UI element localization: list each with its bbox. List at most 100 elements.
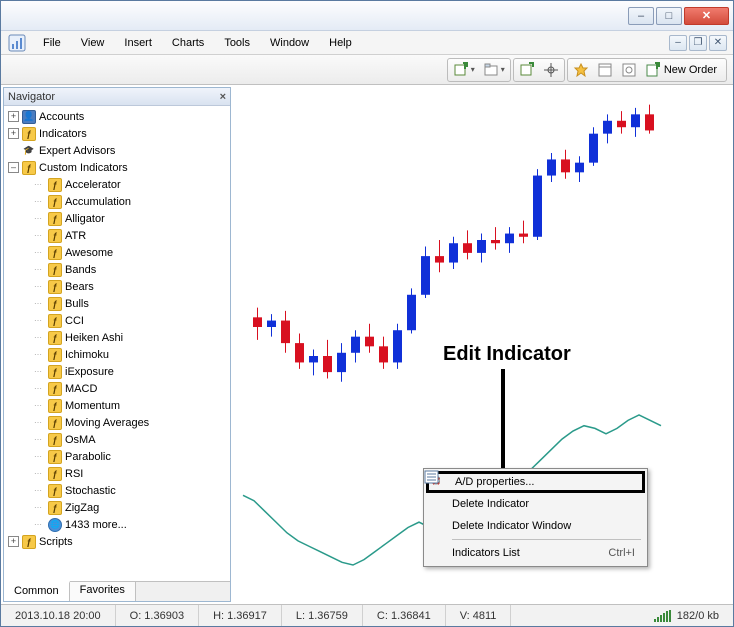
- globe-icon: 🌐: [48, 518, 62, 532]
- app-window: – □ ✕ File View Insert Charts Tools Wind…: [0, 0, 734, 627]
- tree-indicator-item[interactable]: ⋯ƒIchimoku: [6, 346, 230, 363]
- tree-label: Ichimoku: [65, 349, 109, 361]
- new-order-button[interactable]: New Order: [643, 60, 723, 80]
- navigator-tree[interactable]: +👤Accounts +ƒIndicators 🎓Expert Advisors…: [4, 106, 230, 581]
- menu-window[interactable]: Window: [260, 34, 319, 52]
- tree-indicator-item[interactable]: ⋯ƒParabolic: [6, 448, 230, 465]
- child-restore-button[interactable]: ❐: [689, 35, 707, 51]
- menu-properties[interactable]: A/D properties...: [426, 471, 645, 493]
- navigator-tabs: Common Favorites: [4, 581, 230, 601]
- window-minimize-button[interactable]: –: [628, 7, 654, 25]
- tree-label: 1433 more...: [65, 519, 127, 531]
- fx-icon: ƒ: [48, 501, 62, 515]
- tree-indicator-item[interactable]: ⋯ƒZigZag: [6, 499, 230, 516]
- menu-charts[interactable]: Charts: [162, 34, 214, 52]
- expand-icon[interactable]: +: [8, 536, 19, 547]
- menu-help[interactable]: Help: [319, 34, 362, 52]
- tree-label: Indicators: [39, 128, 87, 140]
- tree-expert-advisors[interactable]: 🎓Expert Advisors: [6, 142, 230, 159]
- tree-indicator-item[interactable]: ⋯ƒAwesome: [6, 244, 230, 261]
- status-low: L: 1.36759: [282, 605, 363, 626]
- tree-indicator-item[interactable]: ⋯ƒAccumulation: [6, 193, 230, 210]
- tree-indicators[interactable]: +ƒIndicators: [6, 125, 230, 142]
- delete-window-icon: [428, 517, 446, 535]
- tree-label: RSI: [65, 468, 83, 480]
- tree-indicator-item[interactable]: ⋯ƒOsMA: [6, 431, 230, 448]
- fx-icon: ƒ: [48, 416, 62, 430]
- menu-delete-window[interactable]: Delete Indicator Window: [426, 515, 645, 537]
- fx-icon: ƒ: [48, 382, 62, 396]
- tab-common[interactable]: Common: [4, 581, 70, 601]
- tree-label: Parabolic: [65, 451, 111, 463]
- star-button[interactable]: [571, 60, 591, 80]
- menu-delete-indicator[interactable]: Delete Indicator: [426, 493, 645, 515]
- child-close-button[interactable]: ✕: [709, 35, 727, 51]
- expand-icon[interactable]: +: [8, 111, 19, 122]
- window-maximize-button[interactable]: □: [656, 7, 682, 25]
- menu-label: Indicators List: [452, 547, 520, 559]
- profiles-button[interactable]: [481, 60, 507, 80]
- status-connection: 182/0 kb: [640, 605, 733, 626]
- collapse-icon[interactable]: –: [8, 162, 19, 173]
- menu-tools[interactable]: Tools: [214, 34, 260, 52]
- status-volume: V: 4811: [446, 605, 512, 626]
- tab-favorites[interactable]: Favorites: [70, 582, 136, 601]
- tree-accounts[interactable]: +👤Accounts: [6, 108, 230, 125]
- menu-file[interactable]: File: [33, 34, 71, 52]
- menu-separator: [452, 539, 641, 540]
- fx-icon: ƒ: [48, 195, 62, 209]
- menu-insert[interactable]: Insert: [114, 34, 162, 52]
- expand-spacer: [8, 145, 19, 156]
- fx-icon: ƒ: [48, 212, 62, 226]
- delete-indicator-icon: [428, 495, 446, 513]
- new-order-label: New Order: [664, 64, 717, 76]
- tree-indicator-item[interactable]: ⋯ƒCCI: [6, 312, 230, 329]
- main-area: Navigator × +👤Accounts +ƒIndicators 🎓Exp…: [1, 85, 733, 604]
- fx-icon: ƒ: [48, 365, 62, 379]
- toolbar-group-1: [447, 58, 511, 82]
- fx-icon: ƒ: [48, 280, 62, 294]
- data-window-button[interactable]: [595, 60, 615, 80]
- tree-label: Accounts: [39, 111, 84, 123]
- menu-indicators-list[interactable]: Indicators List Ctrl+I: [426, 542, 645, 564]
- tree-label: Moving Averages: [65, 417, 149, 429]
- tree-indicator-item[interactable]: ⋯ƒiExposure: [6, 363, 230, 380]
- chart-area[interactable]: Edit Indicator A/D properties... Delete …: [233, 85, 733, 604]
- window-close-button[interactable]: ✕: [684, 7, 729, 25]
- tree-label: ZigZag: [65, 502, 99, 514]
- tree-indicator-item[interactable]: ⋯ƒMomentum: [6, 397, 230, 414]
- tree-indicator-item[interactable]: ⋯ƒAlligator: [6, 210, 230, 227]
- tree-label: ATR: [65, 230, 86, 242]
- tree-indicator-item[interactable]: ⋯ƒBulls: [6, 295, 230, 312]
- strategy-tester-button[interactable]: [619, 60, 639, 80]
- child-minimize-button[interactable]: –: [669, 35, 687, 51]
- tree-label: Momentum: [65, 400, 120, 412]
- child-window-controls: – ❐ ✕: [669, 35, 731, 51]
- tree-label: Accumulation: [65, 196, 131, 208]
- tree-label: iExposure: [65, 366, 114, 378]
- tree-label: Bulls: [65, 298, 89, 310]
- market-watch-button[interactable]: [517, 60, 537, 80]
- tree-indicator-item[interactable]: ⋯ƒBands: [6, 261, 230, 278]
- navigator-header: Navigator ×: [4, 88, 230, 106]
- tree-indicator-item[interactable]: ⋯ƒAccelerator: [6, 176, 230, 193]
- tree-indicator-item[interactable]: ⋯ƒMACD: [6, 380, 230, 397]
- navigator-close-button[interactable]: ×: [220, 91, 226, 103]
- tree-indicator-item[interactable]: ⋯ƒStochastic: [6, 482, 230, 499]
- tree-indicator-item[interactable]: ⋯ƒMoving Averages: [6, 414, 230, 431]
- tree-scripts[interactable]: +ƒScripts: [6, 533, 230, 550]
- tree-label: Alligator: [65, 213, 105, 225]
- crosshair-button[interactable]: [541, 60, 561, 80]
- context-menu: A/D properties... Delete Indicator Delet…: [423, 468, 648, 567]
- tree-label: OsMA: [65, 434, 96, 446]
- expand-icon[interactable]: +: [8, 128, 19, 139]
- menu-view[interactable]: View: [71, 34, 115, 52]
- tree-indicator-item[interactable]: ⋯ƒHeiken Ashi: [6, 329, 230, 346]
- tree-indicator-item[interactable]: ⋯ƒATR: [6, 227, 230, 244]
- new-chart-button[interactable]: [451, 60, 477, 80]
- tree-custom-indicators[interactable]: –ƒCustom Indicators: [6, 159, 230, 176]
- tree-more[interactable]: ⋯🌐1433 more...: [6, 516, 230, 533]
- user-icon: 👤: [22, 110, 36, 124]
- tree-indicator-item[interactable]: ⋯ƒBears: [6, 278, 230, 295]
- tree-indicator-item[interactable]: ⋯ƒRSI: [6, 465, 230, 482]
